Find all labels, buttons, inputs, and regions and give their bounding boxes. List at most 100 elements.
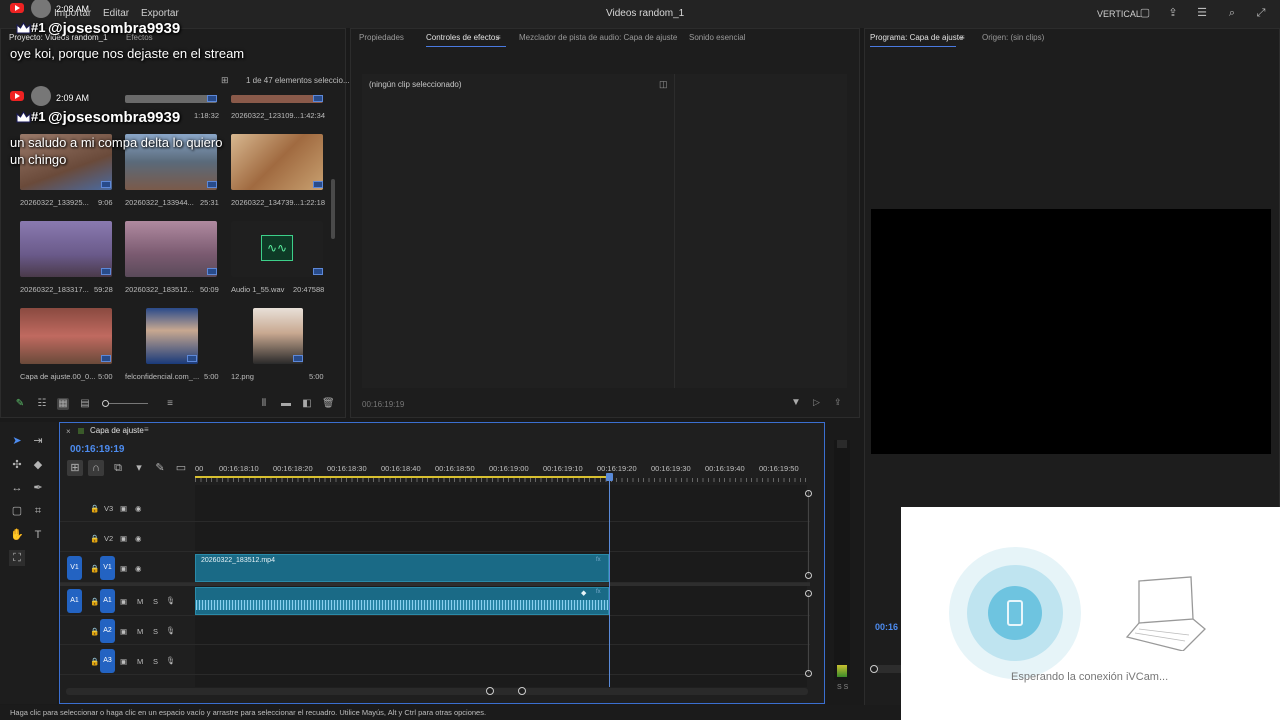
captions-icon[interactable]: ▭ (173, 460, 189, 476)
source-patch-a1[interactable]: A1 (67, 589, 82, 613)
video-scroll-handle[interactable] (805, 490, 812, 497)
zoom-handle-right[interactable] (518, 687, 526, 695)
snap-icon[interactable]: ∩ (88, 460, 104, 476)
mute-button[interactable]: M (137, 627, 143, 636)
thumbnail-item-7[interactable] (20, 308, 112, 364)
search-icon[interactable]: ⌕ (1225, 6, 1239, 20)
new-item-icon[interactable]: ◧ (301, 398, 313, 410)
mute-button[interactable]: M (137, 657, 143, 666)
lock-icon[interactable]: 🔒 (90, 504, 99, 513)
sync-icon[interactable]: ▣ (120, 504, 127, 513)
track-target-a2[interactable]: A2 (100, 619, 115, 643)
tab-mezclador[interactable]: Mezclador de pista de audio: Capa de aju… (519, 33, 677, 42)
razor-icon[interactable]: ◆ (30, 457, 46, 473)
timeline-timecode[interactable]: 00:16:19:19 (70, 444, 124, 455)
program-timecode[interactable]: 00:16 (875, 622, 898, 632)
sync-icon[interactable]: ▣ (120, 597, 127, 606)
add-marker-icon[interactable]: ▾ (131, 460, 147, 476)
mic-icon[interactable]: 🎙 (166, 626, 176, 635)
playhead-line[interactable] (609, 475, 610, 687)
program-scrub-handle[interactable] (870, 665, 878, 673)
tab-programa[interactable]: Programa: Capa de ajuste (870, 33, 963, 42)
lock-icon[interactable]: 🔒 (90, 597, 99, 606)
rectangle-tool-icon[interactable]: ▢ (9, 503, 25, 519)
lock-icon[interactable]: 🔒 (90, 534, 99, 543)
time-ruler[interactable]: 00 00:16:18:10 00:16:18:20 00:16:18:30 0… (195, 458, 807, 483)
hand-tool-icon[interactable]: ✋ (9, 527, 25, 543)
selection-tool-icon[interactable]: ➤ (9, 433, 25, 449)
eye-icon[interactable]: ◉ (135, 504, 142, 513)
eye-icon[interactable]: ◉ (135, 564, 142, 573)
horizontal-scrollbar[interactable] (66, 688, 808, 695)
mute-button[interactable]: M (137, 597, 143, 606)
settings-wrench-icon[interactable]: ✎ (152, 460, 168, 476)
thumbnail-item-5[interactable] (125, 221, 217, 277)
lock-icon[interactable]: 🔒 (90, 657, 99, 666)
program-video-frame[interactable] (871, 209, 1271, 454)
list-view-icon[interactable]: ☷ (36, 398, 48, 410)
solo-button[interactable]: S (153, 657, 158, 666)
tab-menu-icon[interactable]: ≡ (496, 33, 501, 42)
workspace-label[interactable]: VERTICAL (1097, 9, 1141, 19)
track-target-a3[interactable]: A3 (100, 649, 115, 673)
share-icon[interactable]: ⇪ (1166, 6, 1180, 20)
zoom-slider-handle[interactable] (102, 400, 109, 407)
filter-icon[interactable]: ▼ (791, 397, 801, 408)
thumbnail-item-6[interactable]: ∿∿ (231, 221, 323, 277)
linked-select-icon[interactable]: ⧉ (110, 460, 126, 476)
track-select-icon[interactable]: ⇥ (30, 433, 46, 449)
track-target-a1[interactable]: A1 (100, 589, 115, 613)
pencil-icon[interactable]: ✎ (14, 398, 26, 410)
solo-button[interactable]: S (153, 627, 158, 636)
scrollbar[interactable] (331, 179, 335, 239)
type-tool-icon[interactable]: T (30, 527, 46, 543)
fullscreen-icon[interactable]: ⤢ (1254, 6, 1268, 20)
zoom-slider[interactable] (104, 403, 148, 404)
sync-icon[interactable]: ▣ (120, 627, 127, 636)
eye-icon[interactable]: ◉ (135, 534, 142, 543)
tab-origen[interactable]: Origen: (sin clips) (982, 33, 1044, 42)
sort-icon[interactable]: ≡ (164, 398, 176, 410)
lock-icon[interactable]: 🔒 (90, 627, 99, 636)
folder-icon[interactable]: ▬ (280, 398, 292, 410)
pen-tool-icon[interactable]: ✒ (30, 480, 46, 496)
nest-icon[interactable]: ⊞ (67, 460, 83, 476)
track-target-v1[interactable]: V1 (100, 556, 115, 580)
export-icon[interactable]: ⇪ (834, 397, 842, 408)
audio-scroll-handle[interactable] (805, 670, 812, 677)
trash-icon[interactable]: 🗑 (322, 398, 335, 410)
ripple-edit-icon[interactable]: ✣ (9, 457, 25, 473)
sequence-name[interactable]: Capa de ajuste (90, 426, 144, 435)
solo-button[interactable]: S (153, 597, 158, 606)
tab-menu-icon[interactable]: ≡ (960, 33, 965, 42)
sync-icon[interactable]: ▣ (120, 657, 127, 666)
panel-toggle-icon[interactable]: ◫ (659, 79, 668, 90)
slip-tool-icon[interactable]: ↔ (9, 480, 25, 496)
thumbnail-item-4[interactable] (20, 221, 112, 277)
video-clip[interactable]: 20260322_183512.mp4 fx (195, 554, 609, 582)
sync-icon[interactable]: ▣ (120, 564, 127, 573)
close-icon[interactable]: × (66, 427, 71, 436)
panel-icon[interactable]: ▢ (1138, 6, 1152, 20)
tab-controles-efectos[interactable]: Controles de efectos (426, 33, 499, 42)
auto-reframe-icon[interactable]: ⛶ (9, 550, 25, 566)
icon-view-icon[interactable]: ▦ (57, 398, 69, 410)
mic-icon[interactable]: 🎙 (166, 596, 176, 605)
video-scroll-handle[interactable] (805, 572, 812, 579)
audio-scroll-handle[interactable] (805, 590, 812, 597)
freeform-view-icon[interactable]: ▤ (79, 398, 91, 410)
tab-sonido-esencial[interactable]: Sonido esencial (689, 33, 745, 42)
audio-clip[interactable]: ◆ fx (195, 587, 609, 615)
tab-propiedades[interactable]: Propiedades (359, 33, 404, 42)
zoom-handle-left[interactable] (486, 687, 494, 695)
playhead-handle[interactable] (606, 473, 613, 481)
crop-tool-icon[interactable]: ⌗ (30, 503, 46, 519)
tab-menu-icon[interactable]: ≡ (144, 425, 149, 434)
lock-icon[interactable]: 🔒 (90, 564, 99, 573)
mic-icon[interactable]: 🎙 (166, 656, 176, 665)
menu-icon[interactable]: ☰ (1195, 6, 1209, 20)
play-only-icon[interactable]: ▷ (813, 397, 820, 408)
source-patch-v1[interactable]: V1 (67, 556, 82, 580)
sync-icon[interactable]: ▣ (120, 534, 127, 543)
automate-icon[interactable]: ⫴ (258, 398, 270, 410)
